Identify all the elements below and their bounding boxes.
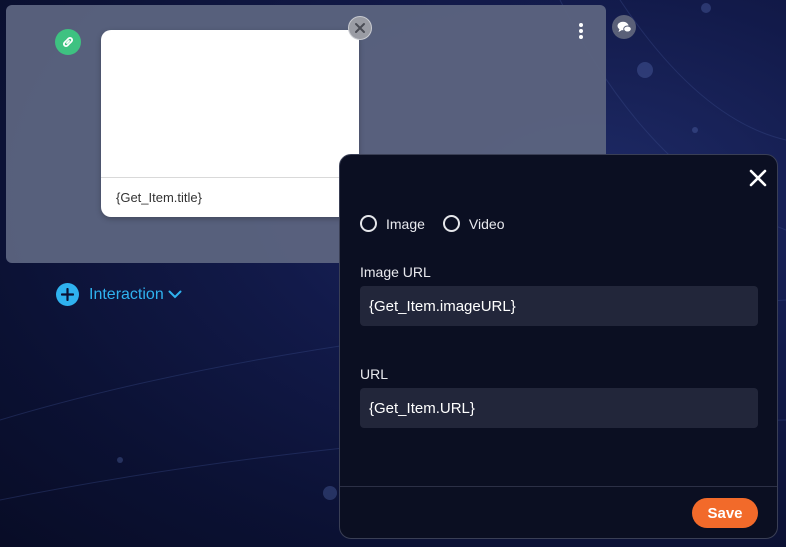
chat-bubbles-icon [617,21,632,32]
link-badge[interactable] [55,29,81,55]
interaction-label: Interaction [89,285,164,303]
modal-close-button[interactable] [747,167,769,189]
preview-title: {Get_Item.title} [116,190,202,205]
radio-video-label: Video [468,215,505,232]
plus-icon [56,283,79,306]
more-options-icon[interactable] [572,20,590,42]
media-settings-modal: Image Video Image URL URL Save [339,154,778,539]
modal-footer-divider [340,486,777,487]
preview-image [101,30,359,178]
chevron-down-icon [168,290,182,299]
preview-card[interactable]: {Get_Item.title} [101,30,359,217]
media-type-radio-group: Image Video [360,215,522,232]
radio-video-circle[interactable] [442,215,460,232]
save-button[interactable]: Save [692,498,758,528]
radio-image-label: Image [386,215,425,232]
remove-button[interactable] [348,16,372,40]
chat-icon[interactable] [612,15,636,39]
close-icon [355,23,365,33]
radio-image-circle[interactable] [360,215,377,232]
close-icon [749,169,767,187]
image-url-input[interactable] [360,286,758,326]
interaction-toggle[interactable]: Interaction [56,283,182,306]
link-icon [63,37,73,47]
radio-video[interactable]: Video [442,215,505,232]
image-url-label: Image URL [360,264,431,280]
url-label: URL [360,366,389,382]
url-input[interactable] [360,388,758,428]
radio-image[interactable]: Image [360,215,425,232]
